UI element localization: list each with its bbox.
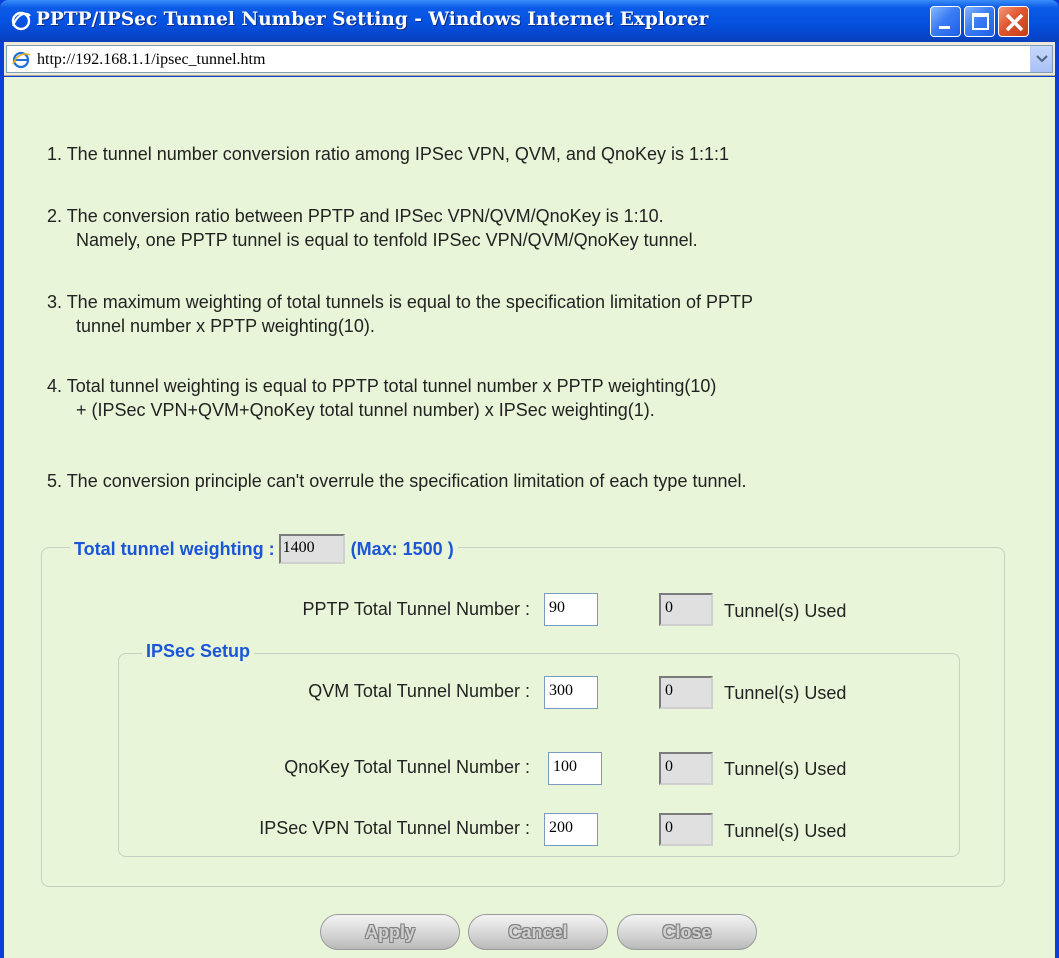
minimize-button[interactable]: [930, 6, 961, 37]
address-field[interactable]: http://192.168.1.1/ipsec_tunnel.htm: [6, 45, 1053, 73]
title-bar[interactable]: PPTP/IPSec Tunnel Number Setting - Windo…: [0, 0, 1059, 42]
qnokey-total-input[interactable]: 100: [548, 752, 602, 785]
note-3: 3. The maximum weighting of total tunnel…: [47, 292, 754, 336]
pptp-total-input[interactable]: 90: [544, 593, 598, 626]
address-bar: http://192.168.1.1/ipsec_tunnel.htm: [4, 42, 1055, 76]
pptp-used-value: 0: [659, 593, 713, 626]
ipsec-setup-legend: IPSec Setup: [142, 641, 255, 662]
qnokey-used-label: Tunnel(s) Used: [724, 759, 847, 779]
address-dropdown-button[interactable]: [1030, 46, 1052, 72]
note-5: 5. The conversion principle can't overru…: [47, 471, 747, 491]
note-2: 2. The conversion ratio between PPTP and…: [47, 206, 698, 250]
qvm-used-label: Tunnel(s) Used: [724, 683, 847, 703]
total-weighting-label: Total tunnel weighting :: [74, 538, 275, 559]
dialog-content: 1. The tunnel number conversion ratio am…: [4, 77, 1055, 958]
ie-page-icon: [12, 51, 31, 69]
close-window-button[interactable]: [998, 6, 1029, 37]
qvm-used-value: 0: [659, 676, 713, 709]
qvm-total-input[interactable]: 300: [544, 676, 598, 709]
close-icon: [1005, 13, 1024, 32]
total-weighting-max: (Max: 1500 ): [350, 538, 454, 559]
ipsec-vpn-total-label: IPSec VPN Total Tunnel Number :: [259, 818, 530, 838]
qnokey-used-value: 0: [659, 752, 713, 785]
qnokey-total-label: QnoKey Total Tunnel Number :: [284, 757, 530, 777]
ipsec-vpn-used-label: Tunnel(s) Used: [724, 821, 847, 841]
total-weighting-legend: Total tunnel weighting : 1400 (Max: 1500…: [70, 534, 458, 564]
chevron-down-icon: [1036, 55, 1048, 63]
note-1: 1. The tunnel number conversion ratio am…: [47, 144, 730, 164]
maximize-button[interactable]: [964, 6, 995, 37]
ipsec-vpn-total-input[interactable]: 200: [544, 813, 598, 846]
address-url: http://192.168.1.1/ipsec_tunnel.htm: [37, 51, 266, 68]
ie-logo-icon: [11, 11, 31, 31]
browser-window: PPTP/IPSec Tunnel Number Setting - Windo…: [0, 0, 1059, 958]
total-weighting-value: 1400: [278, 534, 345, 564]
qvm-total-label: QVM Total Tunnel Number :: [308, 681, 530, 701]
ipsec-vpn-used-value: 0: [659, 813, 713, 846]
note-4: 4. Total tunnel weighting is equal to PP…: [47, 376, 717, 420]
cancel-button[interactable]: Cancel: [468, 914, 608, 950]
maximize-icon: [972, 13, 989, 30]
close-button[interactable]: Close: [617, 914, 757, 950]
pptp-used-label: Tunnel(s) Used: [724, 601, 847, 621]
pptp-total-label: PPTP Total Tunnel Number :: [302, 599, 530, 619]
minimize-icon: [939, 26, 950, 29]
apply-button[interactable]: Apply: [320, 914, 460, 950]
window-title: PPTP/IPSec Tunnel Number Setting - Windo…: [36, 9, 709, 30]
